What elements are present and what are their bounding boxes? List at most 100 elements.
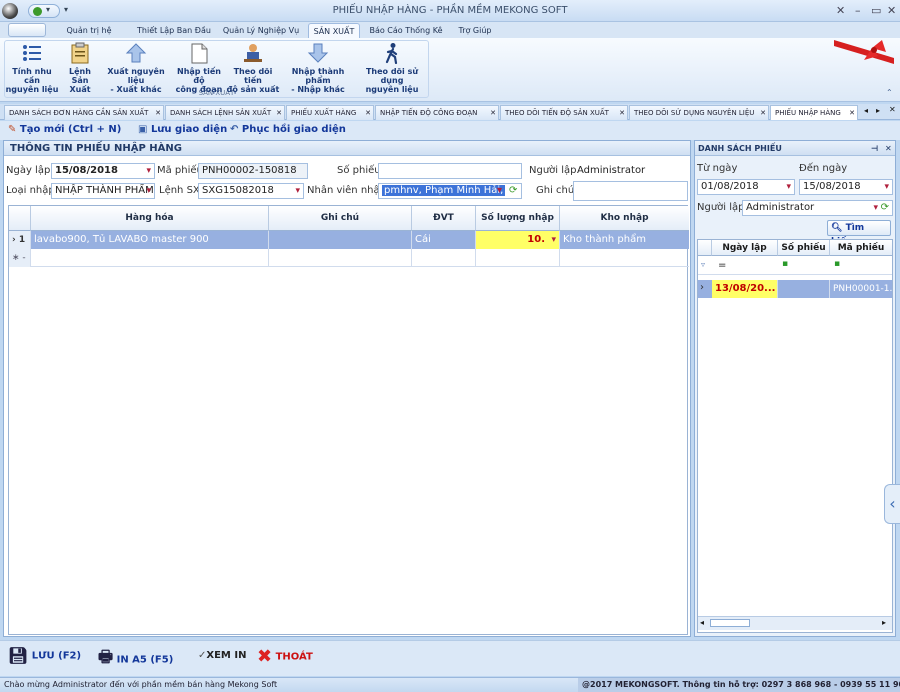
search-button[interactable]: 🔍︎ Tìm kiếm	[827, 220, 891, 247]
cell-dvt[interactable]: Cái	[412, 231, 476, 249]
col-header-so-luong[interactable]: Số lượng nhập	[476, 206, 560, 231]
refresh-icon[interactable]: ⟳	[881, 201, 889, 215]
col-header-ghi-chu[interactable]: Ghi chú	[269, 206, 412, 231]
cell-hang-hoa[interactable]: lavabo900, Tủ LAVABO master 900	[31, 231, 269, 249]
lenh-san-xuat-button[interactable]: Lệnh Sản Xuất	[60, 42, 100, 94]
new-cell[interactable]	[269, 249, 412, 267]
new-row[interactable]: ∗ -	[9, 249, 689, 267]
tinh-nhu-cau-button[interactable]: Tính nhu cần nguyên liệu	[4, 42, 60, 94]
close-icon[interactable]: ✕	[619, 106, 625, 120]
new-cell[interactable]	[31, 249, 269, 267]
nhap-thanh-pham-button[interactable]: Nhập thành phẩm - Nhập khác	[280, 42, 356, 94]
doctab-nhap-tien-do[interactable]: NHẬP TIẾN ĐỘ CÔNG ĐOẠN ✕	[375, 105, 499, 120]
minimize-button[interactable]: –	[855, 4, 861, 17]
doctab-don-hang[interactable]: DANH SÁCH ĐƠN HÀNG CẦN SẢN XUẤT ✕	[4, 105, 164, 120]
chevron-down-icon[interactable]: ▾	[146, 164, 151, 178]
doctab-phieu-nhap-hang[interactable]: PHIẾU NHẬP HÀNG ✕	[770, 105, 858, 120]
save-layout-button[interactable]: ▣ Lưu giao diện	[138, 124, 227, 135]
close-icon[interactable]: ✕	[276, 106, 282, 120]
chevron-down-icon[interactable]: ▾	[497, 184, 502, 198]
app-menu-button[interactable]	[8, 23, 46, 37]
filter-ngay-lap[interactable]: =	[718, 260, 726, 271]
chevron-down-icon[interactable]: ▾	[873, 201, 878, 215]
print-a5-button[interactable]: 🖶︎ IN A5 (F5)	[98, 646, 173, 673]
chevron-down-icon[interactable]: ▾	[295, 184, 300, 198]
close-icon[interactable]: ✕	[490, 106, 496, 120]
collapse-panel-chevron-icon[interactable]: ‹	[884, 484, 900, 524]
tu-ngay-field[interactable]: 01/08/2018 ▾	[697, 179, 795, 195]
tab-quan-ly-nghiep-vu[interactable]: Quản Lý Nghiệp Vụ	[222, 23, 300, 38]
table-row[interactable]: › 1 lavabo900, Tủ LAVABO master 900 Cái …	[9, 231, 689, 249]
doctab-lenh-san-xuat[interactable]: DANH SÁCH LỆNH SẢN XUẤT ✕	[165, 105, 285, 120]
doctab-theo-doi-su-dung[interactable]: THEO DÕI SỬ DỤNG NGUYÊN LIỆU ✕	[629, 105, 769, 120]
lenh-sx-select[interactable]: SXG15082018 ▾	[198, 183, 304, 199]
close-x-icon: ✖	[257, 646, 273, 667]
den-ngay-field[interactable]: 15/08/2018 ▾	[799, 179, 893, 195]
cell-ghi-chu[interactable]	[269, 231, 412, 249]
close-icon[interactable]: ✕	[885, 141, 892, 156]
xuat-nguyen-lieu-button[interactable]: Xuất nguyên liệu - Xuất khác	[100, 42, 172, 94]
cell-kho-nhap[interactable]: Kho thành phẩm	[560, 231, 689, 249]
col-header-so-phieu[interactable]: Số phiếu	[778, 240, 830, 256]
loai-nhap-select[interactable]: NHẬP THÀNH PHẨM ▾	[51, 183, 155, 199]
theo-doi-tien-do-button[interactable]: Theo dõi tiến độ sản xuất	[226, 42, 280, 94]
theo-doi-su-dung-button[interactable]: Theo dõi sử dụng nguyên liệu	[356, 42, 428, 94]
doctab-phieu-xuat-hang[interactable]: PHIẾU XUẤT HÀNG ✕	[286, 105, 374, 120]
tab-bao-cao-thong-ke[interactable]: Báo Cáo Thống Kê	[368, 23, 444, 38]
close-button[interactable]: ✕	[887, 4, 896, 17]
so-phieu-field[interactable]	[378, 163, 522, 179]
close-icon[interactable]: ✕	[365, 106, 371, 120]
tab-scroll-right-icon[interactable]: ▸	[876, 106, 880, 115]
preview-button[interactable]: ✓XEM IN	[198, 650, 246, 661]
ngay-lap-field[interactable]: 15/08/2018 ▾	[51, 163, 155, 179]
tab-scroll-left-icon[interactable]: ◂	[864, 106, 868, 115]
cell-ma-phieu[interactable]: PNH00001-1...	[830, 280, 892, 298]
chevron-down-icon[interactable]: ▾	[551, 231, 556, 249]
col-header-ngay-lap[interactable]: Ngày lập	[712, 240, 778, 256]
col-header-hang-hoa[interactable]: Hàng hóa	[31, 206, 269, 231]
close-icon[interactable]: ✕	[760, 106, 766, 120]
tab-tro-giup[interactable]: Trợ Giúp	[452, 23, 498, 38]
cell-ngay-lap[interactable]: 13/08/20...	[712, 280, 778, 298]
close-all-icon[interactable]: ✕	[889, 105, 896, 114]
save-button[interactable]: 💾︎ LƯU (F2)	[8, 646, 81, 665]
table-row[interactable]: › 13/08/20... PNH00001-1...	[698, 280, 892, 298]
collapse-ribbon-icon[interactable]: ⌃	[886, 88, 893, 97]
new-button[interactable]: ✎ Tạo mới (Ctrl + N)	[8, 124, 121, 135]
ghi-chu-textarea[interactable]	[573, 181, 688, 201]
scroll-left-icon[interactable]: ◂	[700, 618, 704, 627]
tab-quan-tri-he-thong[interactable]: Quản trị hệ thống	[54, 23, 124, 50]
col-header-dvt[interactable]: ĐVT	[412, 206, 476, 231]
ribbon-close-icon[interactable]: ✕	[836, 4, 845, 17]
filter-so-phieu-icon[interactable]: ▪	[782, 259, 788, 269]
scroll-thumb[interactable]	[710, 619, 750, 627]
chevron-down-icon[interactable]: ▾	[146, 184, 151, 198]
doctab-label: NHẬP TIẾN ĐỘ CÔNG ĐOẠN	[380, 109, 478, 117]
chevron-down-icon[interactable]: ▾	[884, 180, 889, 194]
exit-button[interactable]: ✖ THOÁT	[257, 646, 313, 667]
tab-thiet-lap-ban-dau[interactable]: Thiết Lập Ban Đầu	[134, 23, 214, 38]
pin-icon[interactable]: ⊣	[871, 141, 878, 156]
refresh-icon[interactable]: ⟳	[509, 184, 517, 198]
horizontal-scrollbar[interactable]: ◂ ▸	[698, 616, 892, 630]
nhap-tien-do-button[interactable]: Nhập tiến độ công đoạn	[172, 42, 226, 94]
close-icon[interactable]: ✕	[849, 106, 855, 120]
maximize-button[interactable]: ▭	[871, 4, 881, 17]
new-cell[interactable]	[476, 249, 560, 267]
col-header-ma-phieu[interactable]: Mã phiếu	[830, 240, 892, 256]
new-cell[interactable]	[412, 249, 476, 267]
doctab-theo-doi-tien-do[interactable]: THEO DÕI TIẾN ĐỘ SẢN XUẤT ✕	[500, 105, 628, 120]
scroll-right-icon[interactable]: ▸	[882, 618, 886, 627]
ma-phieu-field[interactable]: PNH00002-150818	[198, 163, 308, 179]
chevron-down-icon[interactable]: ▾	[786, 180, 791, 194]
filter-ma-phieu-icon[interactable]: ▪	[834, 259, 840, 269]
cell-so-luong[interactable]: 10. ▾	[476, 231, 560, 249]
nhan-vien-nhap-select[interactable]: pmhnv, Phạm Minh Hải, ▾ ⟳	[378, 183, 522, 199]
restore-layout-button[interactable]: ↶ Phục hồi giao diện	[230, 124, 346, 135]
new-cell[interactable]	[560, 249, 689, 267]
tab-san-xuat[interactable]: SẢN XUẤT	[308, 23, 360, 38]
cell-so-phieu[interactable]	[778, 280, 830, 298]
col-header-kho-nhap[interactable]: Kho nhập	[560, 206, 689, 231]
close-icon[interactable]: ✕	[155, 106, 161, 120]
nguoi-lap-filter[interactable]: Administrator ▾ ⟳	[742, 200, 893, 216]
